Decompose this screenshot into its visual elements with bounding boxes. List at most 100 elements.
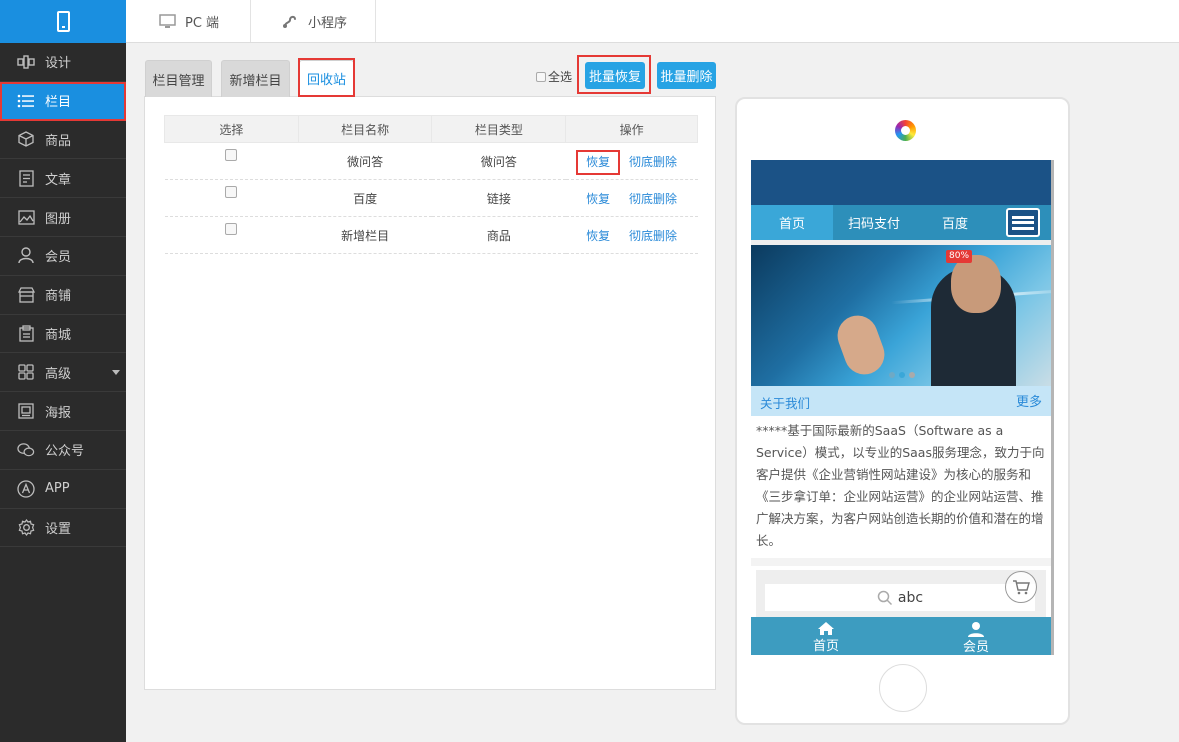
highlight-box bbox=[298, 58, 355, 97]
sidebar-item-label: 高级 bbox=[45, 366, 72, 382]
monitor-icon bbox=[159, 13, 176, 28]
sidebar-item-label: 海报 bbox=[45, 405, 72, 421]
sidebar-logo[interactable] bbox=[0, 0, 126, 43]
divider bbox=[751, 558, 1051, 566]
wechat-icon bbox=[17, 441, 35, 459]
screen-nav-item[interactable]: 百度 bbox=[915, 205, 995, 240]
bottom-nav-member[interactable]: 会员 bbox=[946, 621, 1006, 655]
home-button[interactable] bbox=[879, 664, 927, 712]
row-checkbox[interactable] bbox=[225, 186, 238, 198]
sidebar-item[interactable]: 栏目 bbox=[0, 81, 126, 121]
tab-add-column[interactable]: 新增栏目 bbox=[221, 60, 290, 97]
tab-pc-label: PC 端 bbox=[185, 15, 220, 31]
table-row: 新增栏目 商品 恢复 彻底删除 bbox=[164, 216, 698, 254]
restore-link[interactable]: 恢复 bbox=[586, 192, 610, 206]
chevron-down-icon bbox=[112, 370, 120, 376]
menu-icon[interactable] bbox=[1006, 208, 1040, 237]
app-icon bbox=[17, 480, 35, 498]
album-icon bbox=[17, 208, 35, 226]
about-title[interactable]: 关于我们 bbox=[760, 393, 810, 412]
bottom-nav-home[interactable]: 首页 bbox=[796, 621, 856, 654]
about-more-link[interactable]: 更多 bbox=[1016, 391, 1042, 410]
bottom-nav-label: 首页 bbox=[812, 639, 839, 654]
tab-pc[interactable]: PC 端 bbox=[126, 0, 251, 42]
select-all-checkbox[interactable] bbox=[536, 71, 546, 82]
store-icon bbox=[17, 286, 35, 304]
screen-nav-item[interactable]: 首页 bbox=[751, 205, 833, 240]
sidebar-item[interactable]: 设计 bbox=[0, 43, 126, 82]
design-icon bbox=[17, 53, 35, 71]
sidebar-item[interactable]: 商品 bbox=[0, 121, 126, 160]
cart-icon[interactable] bbox=[1005, 571, 1037, 603]
tab-mini-program[interactable]: 小程序 bbox=[251, 0, 376, 42]
user-icon bbox=[968, 622, 984, 637]
mini-program-icon bbox=[283, 15, 296, 28]
sidebar-item[interactable]: 设置 bbox=[0, 509, 126, 548]
screen-header bbox=[751, 160, 1051, 205]
column-header: 选择 bbox=[164, 115, 299, 143]
sidebar-item[interactable]: 图册 bbox=[0, 198, 126, 237]
mall-icon bbox=[17, 324, 35, 342]
column-type: 微问答 bbox=[431, 142, 566, 180]
sidebar-item[interactable]: APP bbox=[0, 470, 126, 509]
column-header: 栏目名称 bbox=[297, 115, 433, 143]
sidebar-item-label: 文章 bbox=[45, 172, 72, 188]
sidebar-item-label: 商城 bbox=[45, 327, 72, 343]
column-name: 微问答 bbox=[298, 142, 432, 180]
list-icon bbox=[17, 92, 35, 110]
highlight-box bbox=[576, 149, 621, 175]
about-bar: 关于我们 更多 bbox=[751, 386, 1051, 416]
phone-screen: 首页 扫码支付 百度 80% 关于我们 更多 *****基于国际最新的SaaS（… bbox=[751, 160, 1054, 655]
grid-icon bbox=[17, 363, 35, 381]
sidebar-item[interactable]: 商铺 bbox=[0, 276, 126, 315]
select-all[interactable]: 全选 bbox=[536, 68, 572, 85]
screen-nav: 首页 扫码支付 百度 bbox=[751, 205, 1051, 240]
scrollbar[interactable] bbox=[1051, 160, 1054, 655]
box-icon bbox=[17, 130, 35, 148]
sidebar-item[interactable]: 商城 bbox=[0, 315, 126, 354]
batch-delete-label: 批量删除 bbox=[660, 70, 713, 85]
article-icon bbox=[17, 169, 35, 187]
banner-badge: 80% bbox=[946, 250, 973, 263]
delete-permanently-link[interactable]: 彻底删除 bbox=[629, 229, 677, 243]
tab-mini-program-label: 小程序 bbox=[308, 15, 348, 31]
sidebar: 设计栏目商品文章图册 会员商铺商城高级海报公众号 APP 设置 bbox=[0, 0, 126, 742]
tab-column-management[interactable]: 栏目管理 bbox=[145, 60, 212, 97]
color-wheel-icon bbox=[895, 120, 916, 141]
about-text: *****基于国际最新的SaaS（Software as a Service）模… bbox=[756, 423, 1045, 548]
search-icon bbox=[877, 590, 892, 605]
sidebar-item[interactable]: 公众号 bbox=[0, 431, 126, 470]
phone-icon bbox=[56, 11, 70, 32]
sidebar-item[interactable]: 会员 bbox=[0, 237, 126, 276]
person-face bbox=[951, 255, 1001, 313]
sidebar-item[interactable]: 文章 bbox=[0, 159, 126, 199]
column-header: 操作 bbox=[565, 115, 698, 143]
sidebar-item-label: 栏目 bbox=[45, 95, 72, 111]
sidebar-item-label: APP bbox=[45, 481, 70, 497]
carousel-dots[interactable] bbox=[889, 372, 915, 378]
restore-link[interactable]: 恢复 bbox=[576, 149, 621, 175]
tab-label: 栏目管理 bbox=[152, 73, 205, 89]
delete-permanently-link[interactable]: 彻底删除 bbox=[629, 155, 677, 169]
banner-image[interactable]: 80% bbox=[751, 245, 1051, 386]
table-row: 百度 链接 恢复 彻底删除 bbox=[164, 179, 698, 217]
sidebar-item[interactable]: 高级 bbox=[0, 353, 126, 393]
user-icon bbox=[17, 247, 35, 265]
sidebar-item[interactable]: 海报 bbox=[0, 392, 126, 431]
column-name: 百度 bbox=[298, 179, 432, 217]
tab-label: 新增栏目 bbox=[229, 73, 282, 89]
sidebar-item-label: 设计 bbox=[45, 56, 72, 72]
sidebar-item-label: 商铺 bbox=[45, 289, 72, 305]
restore-link[interactable]: 恢复 bbox=[586, 229, 610, 243]
highlight-box bbox=[577, 55, 651, 94]
row-checkbox[interactable] bbox=[225, 149, 238, 161]
column-type: 商品 bbox=[431, 216, 566, 254]
select-all-label: 全选 bbox=[548, 70, 573, 84]
screen-nav-item[interactable]: 扫码支付 bbox=[833, 205, 915, 240]
row-checkbox[interactable] bbox=[225, 223, 238, 235]
search-box[interactable]: abc bbox=[765, 584, 1035, 611]
delete-permanently-link[interactable]: 彻底删除 bbox=[629, 192, 677, 206]
sidebar-item-label: 设置 bbox=[45, 521, 72, 537]
batch-delete-button[interactable]: 批量删除 bbox=[657, 62, 716, 89]
home-icon bbox=[818, 622, 834, 635]
